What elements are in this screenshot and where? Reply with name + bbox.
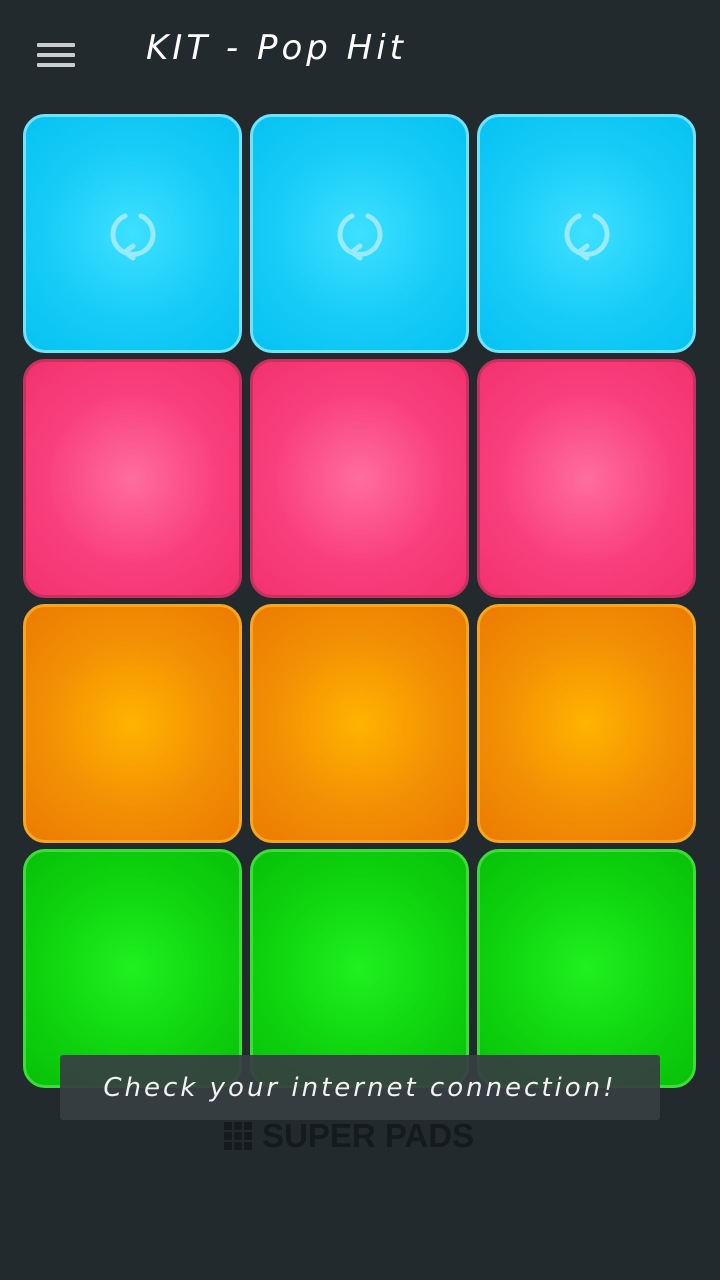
pad-r1-c1[interactable] xyxy=(23,114,242,353)
pad-r4-c1[interactable] xyxy=(23,849,242,1088)
grid-logo-icon xyxy=(224,1122,252,1150)
menu-line xyxy=(37,53,75,57)
menu-line xyxy=(37,43,75,47)
pad-r4-c2[interactable] xyxy=(250,849,469,1088)
pad-r2-c2[interactable] xyxy=(250,359,469,598)
top-bar: KIT - Pop Hit xyxy=(0,0,720,110)
super-pads-logo: SUPER PADS xyxy=(224,1117,475,1154)
pad-r3-c3[interactable] xyxy=(477,604,696,843)
pad-r2-c3[interactable] xyxy=(477,359,696,598)
hamburger-menu-icon[interactable] xyxy=(30,36,82,76)
pad-r1-c3[interactable] xyxy=(477,114,696,353)
loop-icon xyxy=(564,213,609,260)
pad-r4-c3[interactable] xyxy=(477,849,696,1088)
pad-r1-c2[interactable] xyxy=(250,114,469,353)
kit-title: KIT - Pop Hit xyxy=(146,28,408,68)
pad-r3-c2[interactable] xyxy=(250,604,469,843)
menu-line xyxy=(37,63,75,67)
loop-icon xyxy=(337,213,382,260)
brand-name: SUPER PADS xyxy=(262,1117,475,1154)
toast-text: Check your internet connection! xyxy=(103,1072,617,1103)
toast-message: Check your internet connection! xyxy=(60,1055,660,1120)
pad-r2-c1[interactable] xyxy=(23,359,242,598)
loop-icon xyxy=(110,213,155,260)
pad-r3-c1[interactable] xyxy=(23,604,242,843)
pad-grid xyxy=(23,114,698,1089)
